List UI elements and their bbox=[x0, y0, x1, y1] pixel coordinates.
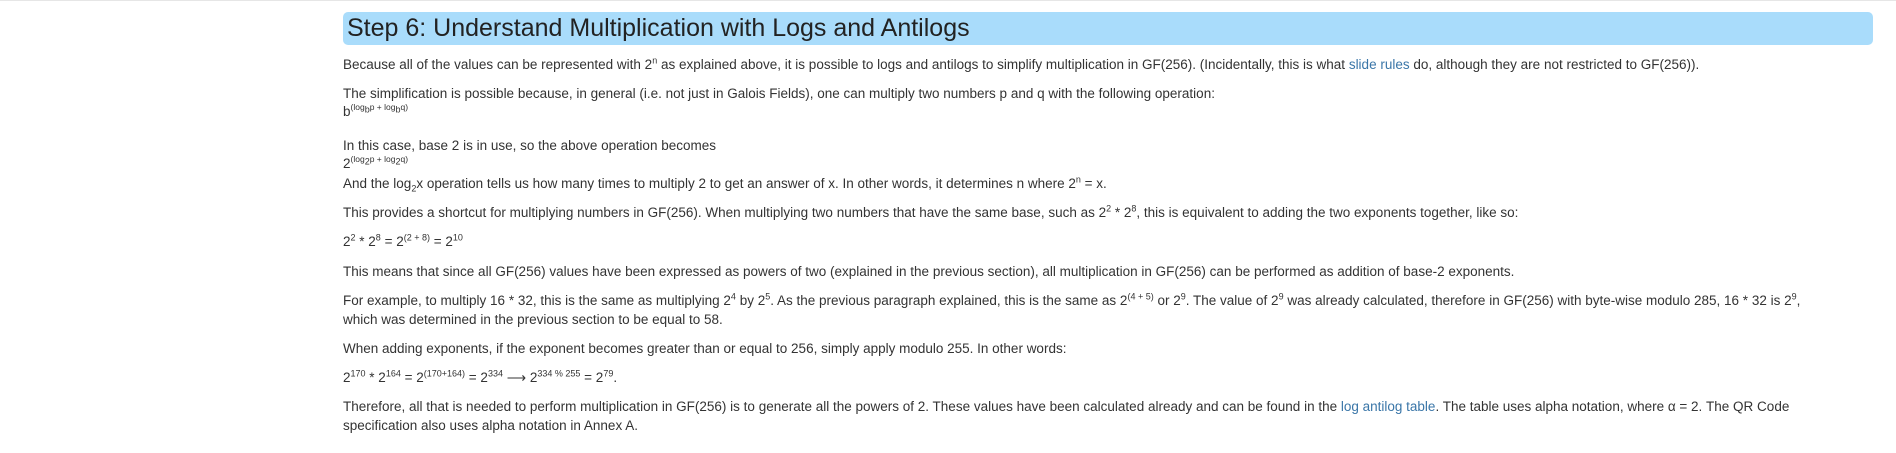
log-antilog-table-link[interactable]: log antilog table bbox=[1341, 399, 1436, 414]
log2-paragraph: And the log2x operation tells us how man… bbox=[343, 174, 1107, 194]
text: do, although they are not restricted to … bbox=[1409, 57, 1700, 72]
exponent-sum-equation: 22 * 28 = 2(2 + 8) = 210 bbox=[343, 232, 463, 249]
formula-base: b bbox=[343, 104, 351, 119]
conclusion-paragraph: Therefore, all that is needed to perform… bbox=[343, 399, 1790, 433]
top-divider bbox=[0, 0, 1896, 1]
text: as explained above, it is possible to lo… bbox=[657, 57, 1349, 72]
article-content: Step 6: Understand Multiplication with L… bbox=[343, 12, 1873, 435]
modulo-paragraph: When adding exponents, if the exponent b… bbox=[343, 341, 1067, 356]
step-heading: Step 6: Understand Multiplication with L… bbox=[343, 12, 1873, 45]
base2-exponents-paragraph: This means that since all GF(256) values… bbox=[343, 264, 1515, 279]
formula-exponent: (logbp + logbq) bbox=[350, 102, 409, 115]
slide-rules-link[interactable]: slide rules bbox=[1349, 57, 1410, 72]
text: Because all of the values can be represe… bbox=[343, 57, 653, 72]
general-formula: b(logbp + logbq) bbox=[343, 102, 1873, 122]
simplification-paragraph: The simplification is possible because, … bbox=[343, 86, 1215, 101]
formula-base: 2 bbox=[343, 156, 351, 171]
base2-formula: 2(log2p + log2q) bbox=[343, 154, 1873, 174]
shortcut-paragraph: This provides a shortcut for multiplying… bbox=[343, 203, 1519, 220]
formula-exponent: (log2p + log2q) bbox=[350, 154, 409, 167]
modulo-equation: 2170 * 2164 = 2(170+164) = 2334 ⟶ 2334 %… bbox=[343, 368, 618, 385]
example-paragraph: For example, to multiply 16 * 32, this i… bbox=[343, 291, 1801, 327]
intro-paragraph: Because all of the values can be represe… bbox=[343, 55, 1873, 74]
base2-paragraph: In this case, base 2 is in use, so the a… bbox=[343, 138, 716, 153]
